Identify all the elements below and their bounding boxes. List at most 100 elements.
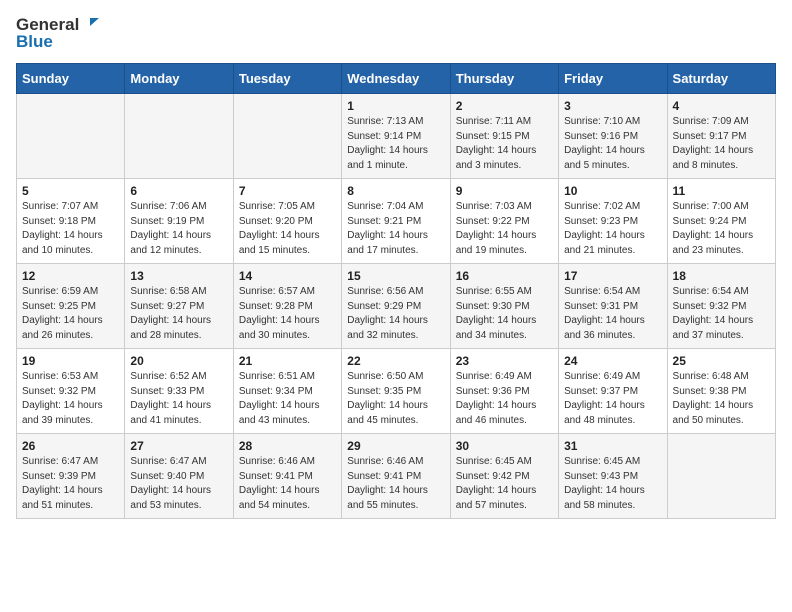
day-number: 24 [564, 354, 661, 368]
calendar-cell: 30 Sunrise: 6:45 AM Sunset: 9:42 PM Dayli… [450, 434, 558, 519]
cell-info: Sunrise: 6:53 AM Sunset: 9:32 PM Dayligh… [22, 370, 119, 428]
cell-info: Sunrise: 6:48 AM Sunset: 9:38 PM Dayligh… [673, 370, 770, 428]
calendar-cell: 28Sunrise: 6:46 AM Sunset: 9:41 PM Dayli… [233, 434, 341, 519]
page-header: General Blue [16, 16, 776, 51]
day-number: 22 [347, 354, 444, 368]
day-number: 10 [564, 184, 661, 198]
day-number: 11 [673, 184, 770, 198]
cell-info: Sunrise: 6:57 AM Sunset: 9:28 PM Dayligh… [239, 285, 336, 343]
calendar-cell: 1 Sunrise: 7:13 AM Sunset: 9:14 PM Daylig… [342, 94, 450, 179]
day-number: 20 [130, 354, 227, 368]
day-number: 25 [673, 354, 770, 368]
cell-info: Sunrise: 6:54 AM Sunset: 9:32 PM Dayligh… [673, 285, 770, 343]
day-number: 12 [22, 269, 119, 283]
day-number: 1 [347, 99, 444, 113]
calendar-cell: 12 Sunrise: 6:59 AM Sunset: 9:25 PM Dayli… [17, 264, 125, 349]
calendar-body: 1 Sunrise: 7:13 AM Sunset: 9:14 PM Daylig… [17, 94, 776, 519]
day-number: 2 [456, 99, 553, 113]
col-header-monday: Monday [125, 64, 233, 94]
cell-info: Sunrise: 7:03 AM Sunset: 9:22 PM Dayligh… [456, 200, 553, 258]
logo-bird-icon [81, 16, 99, 34]
calendar-cell: 14Sunrise: 6:57 AM Sunset: 9:28 PM Dayli… [233, 264, 341, 349]
day-number: 9 [456, 184, 553, 198]
calendar-cell: 9 Sunrise: 7:03 AM Sunset: 9:22 PM Daylig… [450, 179, 558, 264]
day-number: 30 [456, 439, 553, 453]
logo-text: General Blue [16, 16, 99, 51]
day-number: 27 [130, 439, 227, 453]
cell-info: Sunrise: 6:47 AM Sunset: 9:39 PM Dayligh… [22, 455, 119, 513]
calendar-cell: 17 Sunrise: 6:54 AM Sunset: 9:31 PM Dayli… [559, 264, 667, 349]
cell-info: Sunrise: 6:46 AM Sunset: 9:41 PM Dayligh… [347, 455, 444, 513]
day-number: 7 [239, 184, 336, 198]
day-number: 19 [22, 354, 119, 368]
cell-info: Sunrise: 7:10 AM Sunset: 9:16 PM Dayligh… [564, 115, 661, 173]
calendar-cell: 7Sunrise: 7:05 AM Sunset: 9:20 PM Daylig… [233, 179, 341, 264]
calendar-cell [17, 94, 125, 179]
calendar-cell: 31 Sunrise: 6:45 AM Sunset: 9:43 PM Dayli… [559, 434, 667, 519]
calendar-cell: 5Sunrise: 7:07 AM Sunset: 9:18 PM Daylig… [17, 179, 125, 264]
calendar-cell: 29 Sunrise: 6:46 AM Sunset: 9:41 PM Dayli… [342, 434, 450, 519]
day-number: 16 [456, 269, 553, 283]
logo: General Blue [16, 16, 99, 51]
cell-info: Sunrise: 6:55 AM Sunset: 9:30 PM Dayligh… [456, 285, 553, 343]
calendar-cell: 18 Sunrise: 6:54 AM Sunset: 9:32 PM Dayli… [667, 264, 775, 349]
day-number: 21 [239, 354, 336, 368]
cell-info: Sunrise: 6:59 AM Sunset: 9:25 PM Dayligh… [22, 285, 119, 343]
calendar-cell [233, 94, 341, 179]
calendar-cell: 15Sunrise: 6:56 AM Sunset: 9:29 PM Dayli… [342, 264, 450, 349]
day-number: 4 [673, 99, 770, 113]
calendar-cell: 23Sunrise: 6:49 AM Sunset: 9:36 PM Dayli… [450, 349, 558, 434]
day-number: 17 [564, 269, 661, 283]
calendar-cell: 8 Sunrise: 7:04 AM Sunset: 9:21 PM Daylig… [342, 179, 450, 264]
col-header-friday: Friday [559, 64, 667, 94]
header-row: SundayMondayTuesdayWednesdayThursdayFrid… [17, 64, 776, 94]
calendar-table: SundayMondayTuesdayWednesdayThursdayFrid… [16, 63, 776, 519]
week-row-5: 26 Sunrise: 6:47 AM Sunset: 9:39 PM Dayli… [17, 434, 776, 519]
col-header-saturday: Saturday [667, 64, 775, 94]
week-row-3: 12 Sunrise: 6:59 AM Sunset: 9:25 PM Dayli… [17, 264, 776, 349]
week-row-2: 5Sunrise: 7:07 AM Sunset: 9:18 PM Daylig… [17, 179, 776, 264]
calendar-cell: 11Sunrise: 7:00 AM Sunset: 9:24 PM Dayli… [667, 179, 775, 264]
col-header-tuesday: Tuesday [233, 64, 341, 94]
calendar-cell: 10Sunrise: 7:02 AM Sunset: 9:23 PM Dayli… [559, 179, 667, 264]
day-number: 31 [564, 439, 661, 453]
day-number: 8 [347, 184, 444, 198]
cell-info: Sunrise: 7:11 AM Sunset: 9:15 PM Dayligh… [456, 115, 553, 173]
calendar-cell: 22 Sunrise: 6:50 AM Sunset: 9:35 PM Dayli… [342, 349, 450, 434]
calendar-cell: 27Sunrise: 6:47 AM Sunset: 9:40 PM Dayli… [125, 434, 233, 519]
calendar-cell: 19 Sunrise: 6:53 AM Sunset: 9:32 PM Dayli… [17, 349, 125, 434]
day-number: 26 [22, 439, 119, 453]
calendar-cell: 20Sunrise: 6:52 AM Sunset: 9:33 PM Dayli… [125, 349, 233, 434]
calendar-cell [667, 434, 775, 519]
cell-info: Sunrise: 6:56 AM Sunset: 9:29 PM Dayligh… [347, 285, 444, 343]
cell-info: Sunrise: 6:50 AM Sunset: 9:35 PM Dayligh… [347, 370, 444, 428]
day-number: 23 [456, 354, 553, 368]
calendar-cell: 21Sunrise: 6:51 AM Sunset: 9:34 PM Dayli… [233, 349, 341, 434]
calendar-cell: 4 Sunrise: 7:09 AM Sunset: 9:17 PM Daylig… [667, 94, 775, 179]
calendar-header: SundayMondayTuesdayWednesdayThursdayFrid… [17, 64, 776, 94]
cell-info: Sunrise: 6:54 AM Sunset: 9:31 PM Dayligh… [564, 285, 661, 343]
calendar-cell: 26 Sunrise: 6:47 AM Sunset: 9:39 PM Dayli… [17, 434, 125, 519]
cell-info: Sunrise: 6:45 AM Sunset: 9:43 PM Dayligh… [564, 455, 661, 513]
day-number: 13 [130, 269, 227, 283]
week-row-1: 1 Sunrise: 7:13 AM Sunset: 9:14 PM Daylig… [17, 94, 776, 179]
week-row-4: 19 Sunrise: 6:53 AM Sunset: 9:32 PM Dayli… [17, 349, 776, 434]
calendar-cell [125, 94, 233, 179]
day-number: 28 [239, 439, 336, 453]
logo-blue: Blue [16, 33, 99, 52]
day-number: 5 [22, 184, 119, 198]
cell-info: Sunrise: 7:13 AM Sunset: 9:14 PM Dayligh… [347, 115, 444, 173]
day-number: 18 [673, 269, 770, 283]
col-header-wednesday: Wednesday [342, 64, 450, 94]
cell-info: Sunrise: 7:06 AM Sunset: 9:19 PM Dayligh… [130, 200, 227, 258]
day-number: 29 [347, 439, 444, 453]
day-number: 6 [130, 184, 227, 198]
cell-info: Sunrise: 7:04 AM Sunset: 9:21 PM Dayligh… [347, 200, 444, 258]
calendar-cell: 13 Sunrise: 6:58 AM Sunset: 9:27 PM Dayli… [125, 264, 233, 349]
cell-info: Sunrise: 6:45 AM Sunset: 9:42 PM Dayligh… [456, 455, 553, 513]
calendar-cell: 2 Sunrise: 7:11 AM Sunset: 9:15 PM Daylig… [450, 94, 558, 179]
cell-info: Sunrise: 7:09 AM Sunset: 9:17 PM Dayligh… [673, 115, 770, 173]
cell-info: Sunrise: 6:49 AM Sunset: 9:37 PM Dayligh… [564, 370, 661, 428]
cell-info: Sunrise: 6:58 AM Sunset: 9:27 PM Dayligh… [130, 285, 227, 343]
col-header-thursday: Thursday [450, 64, 558, 94]
